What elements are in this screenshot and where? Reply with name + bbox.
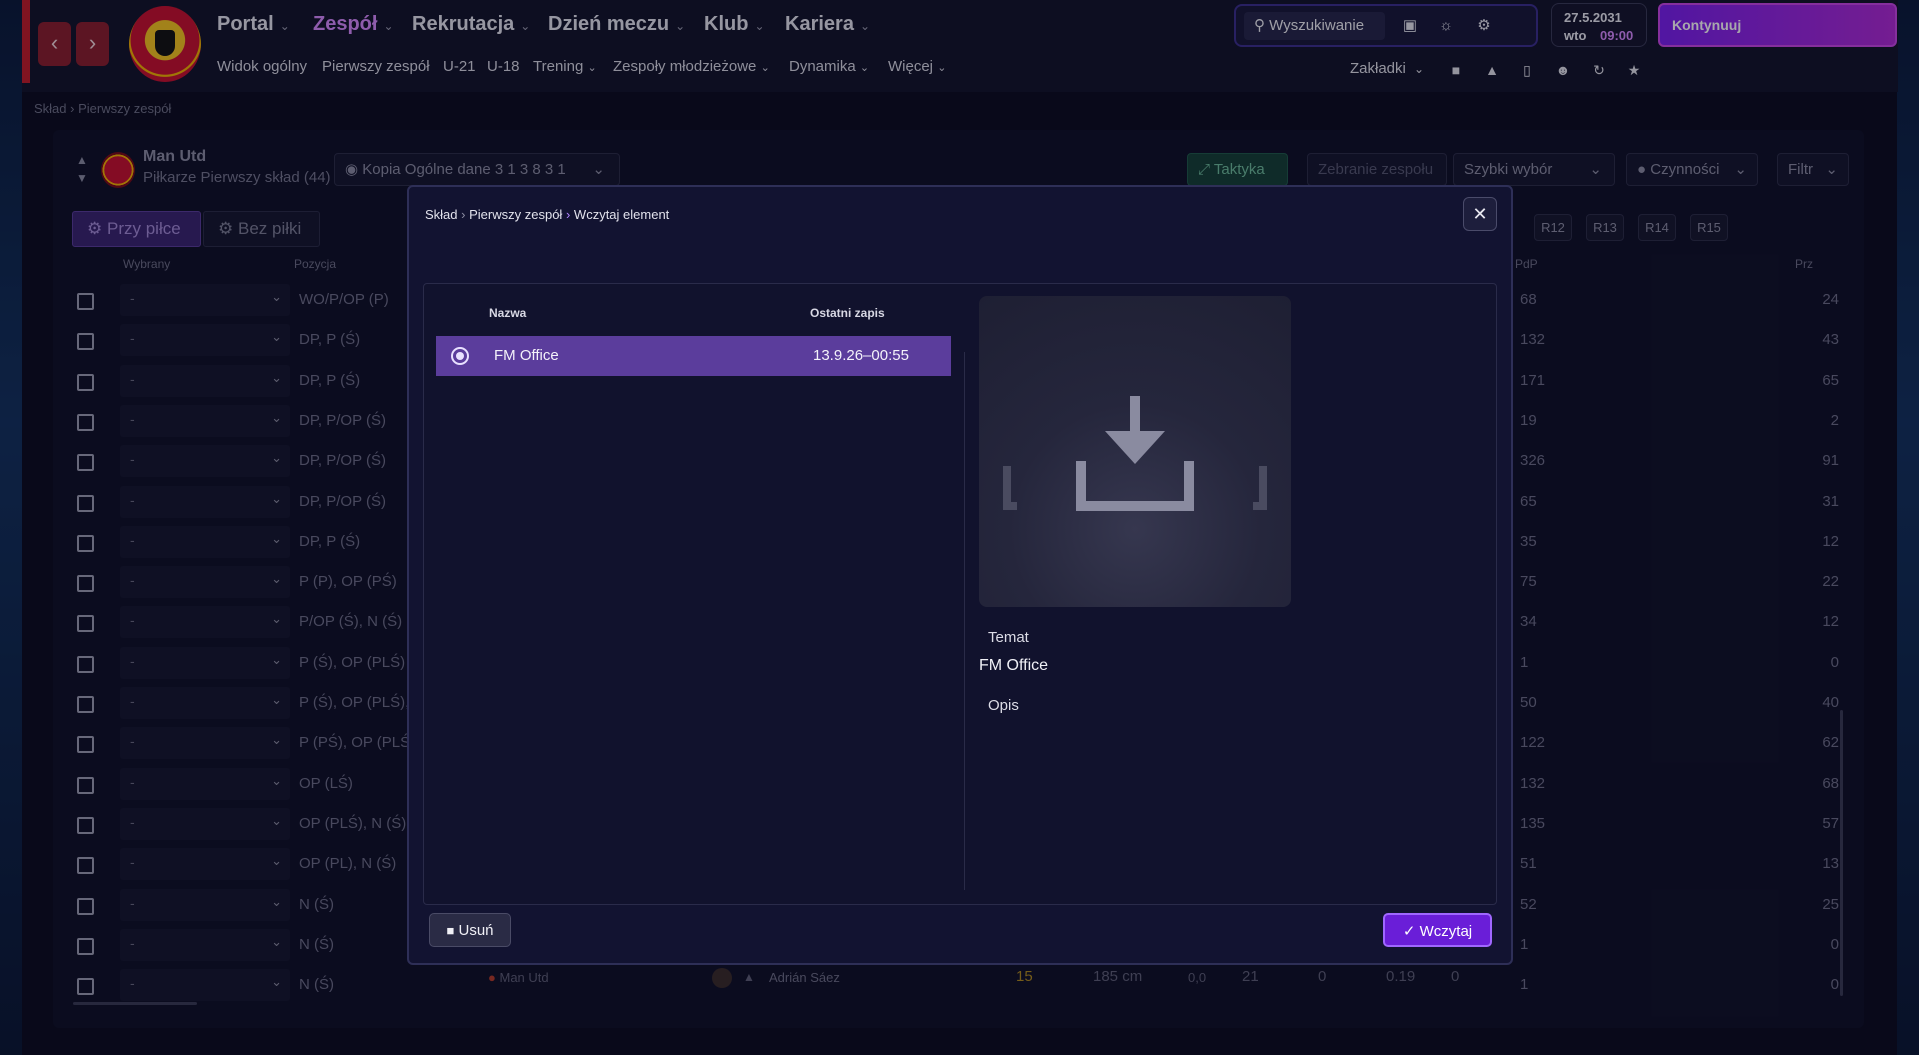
download-icon [1003, 396, 1267, 511]
close-button[interactable]: ✕ [1463, 197, 1497, 231]
theme-value: FM Office [979, 657, 1049, 674]
load-dialog: Skład › Pierwszy zespół › Wczytaj elemen… [407, 185, 1513, 965]
col-name-header[interactable]: Nazwa [489, 306, 526, 320]
dialog-crumb-squad[interactable]: Skład [425, 207, 458, 222]
theme-label: Temat [988, 629, 1029, 646]
list-item[interactable]: FM Office 13.9.26–00:55 [436, 336, 951, 376]
divider [964, 352, 965, 890]
chevron-right-icon: › [565, 207, 571, 222]
dialog-content: Nazwa Ostatni zapis FM Office 13.9.26–00… [423, 283, 1497, 905]
dialog-crumb-load: Wczytaj element [573, 207, 670, 222]
description-label: Opis [988, 697, 1019, 714]
preview-image [979, 296, 1291, 607]
item-name: FM Office [494, 347, 559, 364]
delete-label: Usuń [458, 922, 494, 939]
col-last-save-header[interactable]: Ostatni zapis [810, 306, 885, 320]
radio-selected-icon [451, 347, 469, 365]
load-button[interactable]: ✓ Wczytaj [1383, 913, 1492, 947]
item-date: 13.9.26–00:55 [813, 347, 909, 364]
dialog-breadcrumb: Skład › Pierwszy zespół › Wczytaj elemen… [425, 207, 669, 222]
check-icon: ✓ [1402, 923, 1416, 940]
trash-icon: ■ [446, 923, 455, 938]
delete-button[interactable]: ■ Usuń [429, 913, 511, 947]
load-label: Wczytaj [1419, 923, 1473, 940]
close-icon: ✕ [1472, 204, 1488, 224]
dialog-crumb-first-team[interactable]: Pierwszy zespół [469, 207, 562, 222]
chevron-right-icon: › [461, 207, 466, 222]
